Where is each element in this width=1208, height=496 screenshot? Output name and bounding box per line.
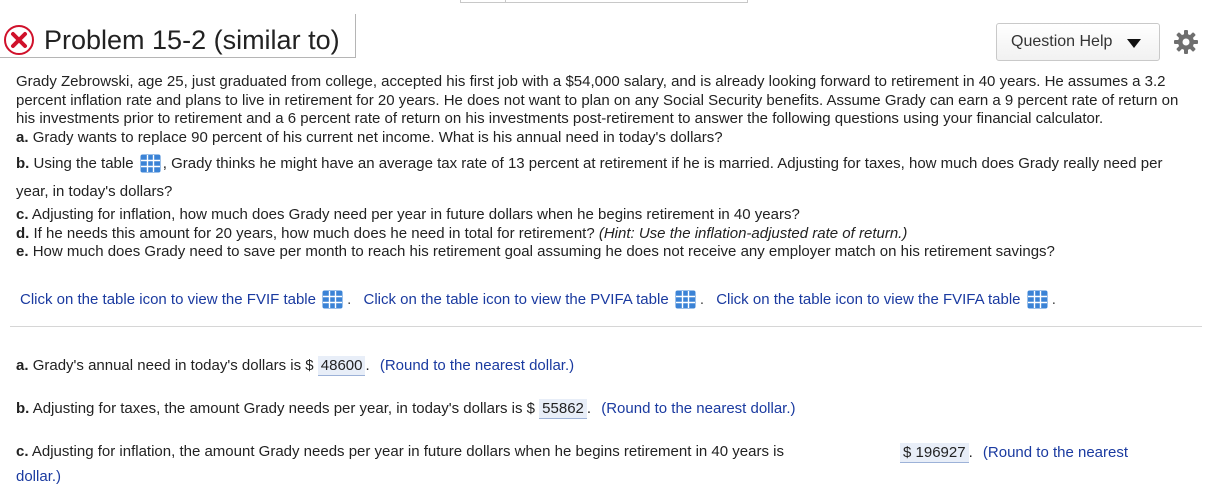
fvif-table-link[interactable]: Click on the table icon to view the FVIF…	[20, 291, 316, 308]
table-links: Click on the table icon to view the FVIF…	[20, 290, 1064, 309]
question-e-text: How much does Grady need to save per mon…	[32, 243, 1055, 260]
question-a-label: a.	[16, 128, 29, 146]
question-b: b. Using the table , Grady thinks he mig…	[16, 150, 1198, 206]
answer-c: c. Adjusting for inflation, the amount G…	[16, 443, 784, 460]
question-help-label: Question Help	[1011, 33, 1113, 50]
answer-c-label: c.	[16, 443, 29, 460]
gear-icon[interactable]	[1173, 29, 1199, 55]
answer-c-input[interactable]: $ 196927	[900, 443, 969, 463]
fvifa-table-link[interactable]: Click on the table icon to view the FVIF…	[716, 291, 1020, 308]
answer-c-value-group: $ 196927. (Round to the nearest	[900, 443, 1128, 463]
question-a-text: Grady wants to replace 90 percent of his…	[32, 128, 723, 146]
answer-a-text: Grady's annual need in today's dollars i…	[32, 357, 314, 374]
question-d: d. If he needs this amount for 20 years,…	[16, 225, 1198, 244]
answer-a-hint: (Round to the nearest dollar.)	[379, 357, 575, 374]
problem-intro: Grady Zebrowski, age 25, just graduated …	[16, 73, 1179, 127]
tab-divider	[505, 0, 506, 3]
link-separator: .	[699, 291, 705, 308]
pvifa-table-link[interactable]: Click on the table icon to view the PVIF…	[364, 291, 669, 308]
question-e: e. How much does Grady need to save per …	[16, 243, 1198, 262]
tab-outline	[460, 0, 748, 3]
question-b-label: b.	[16, 155, 30, 172]
section-divider	[10, 326, 1202, 327]
caret-down-icon	[1127, 39, 1141, 48]
question-c-label: c.	[16, 206, 29, 223]
title-box: Problem 15-2 (similar to)	[0, 14, 356, 58]
question-c: c. Adjusting for inflation, how much doe…	[16, 206, 1198, 225]
question-c-text: Adjusting for inflation, how much does G…	[31, 206, 800, 223]
answer-c-hint-2: dollar.)	[16, 468, 62, 485]
question-b-text-2: , Grady thinks he might have an average …	[16, 155, 1163, 200]
answer-b-label: b.	[16, 400, 30, 417]
question-d-label: d.	[16, 224, 30, 242]
answer-a-label: a.	[16, 357, 29, 374]
answer-b-input[interactable]: 55862	[539, 399, 587, 419]
link-separator: .	[347, 291, 352, 308]
answer-b-hint: (Round to the nearest dollar.)	[601, 400, 796, 417]
answer-a: a. Grady's annual need in today's dollar…	[16, 356, 574, 376]
pvifa-table-icon[interactable]	[675, 290, 696, 309]
incorrect-x-icon	[4, 25, 34, 55]
answer-a-input[interactable]: 48600	[317, 356, 366, 376]
answer-c-hint-continued: dollar.)	[16, 468, 61, 485]
question-e-label: e.	[16, 243, 29, 260]
answer-a-period: .	[365, 357, 370, 374]
link-separator: .	[1051, 291, 1056, 308]
problem-statement: Grady Zebrowski, age 25, just graduated …	[16, 73, 1198, 262]
question-b-text-1: Using the table	[33, 155, 134, 172]
fvif-table-icon[interactable]	[322, 290, 343, 309]
question-a: a. Grady wants to replace 90 percent of …	[16, 129, 1198, 148]
answer-b: b. Adjusting for taxes, the amount Grady…	[16, 399, 796, 419]
fvifa-table-icon[interactable]	[1027, 290, 1048, 309]
question-d-text: If he needs this amount for 20 years, ho…	[33, 224, 595, 242]
answer-c-text: Adjusting for inflation, the amount Grad…	[31, 443, 784, 460]
question-d-hint: (Hint: Use the inflation-adjusted rate o…	[598, 224, 908, 242]
table-icon[interactable]	[140, 154, 161, 173]
answer-b-period: .	[586, 400, 592, 417]
answer-b-text: Adjusting for taxes, the amount Grady ne…	[32, 400, 535, 417]
answer-c-currency: $	[903, 444, 912, 461]
answer-c-hint: (Round to the nearest	[982, 444, 1129, 461]
answer-c-value: 196927	[915, 444, 966, 461]
problem-title: Problem 15-2 (similar to)	[44, 25, 340, 55]
problem-header: Problem 15-2 (similar to) Question Help	[0, 8, 1208, 61]
answer-c-period: .	[968, 444, 973, 461]
top-strip	[0, 0, 1208, 6]
question-help-button[interactable]: Question Help	[996, 23, 1160, 61]
